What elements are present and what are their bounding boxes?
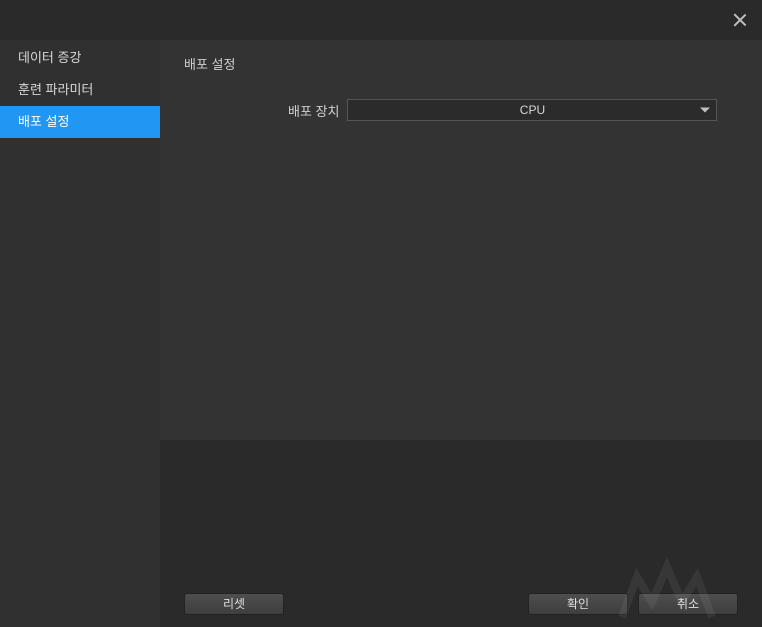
sidebar-item-label: 훈련 파라미터 <box>18 82 93 97</box>
device-select[interactable]: CPU <box>347 99 717 121</box>
section-title: 배포 설정 <box>184 54 744 73</box>
sidebar-item-data-augmentation[interactable]: 데이터 증강 <box>0 42 160 74</box>
device-field-row: 배포 장치 CPU <box>288 99 744 121</box>
device-select-value: CPU <box>520 103 545 117</box>
close-icon[interactable] <box>732 12 748 28</box>
device-select-wrap: CPU <box>347 99 717 121</box>
chevron-down-icon <box>700 108 710 113</box>
main-area: 데이터 증강 훈련 파라미터 배포 설정 배포 설정 배포 장치 CPU <box>0 40 762 627</box>
content-upper: 배포 설정 배포 장치 CPU <box>160 40 762 440</box>
sidebar-item-label: 데이터 증강 <box>18 50 81 65</box>
sidebar: 데이터 증강 훈련 파라미터 배포 설정 <box>0 40 160 627</box>
content: 배포 설정 배포 장치 CPU 리셋 확인 취소 <box>160 40 762 627</box>
device-label: 배포 장치 <box>288 101 339 120</box>
reset-button[interactable]: 리셋 <box>184 593 284 615</box>
cancel-button[interactable]: 취소 <box>638 593 738 615</box>
button-bar: 리셋 확인 취소 <box>160 593 762 615</box>
sidebar-item-label: 배포 설정 <box>18 114 69 129</box>
sidebar-item-training-parameters[interactable]: 훈련 파라미터 <box>0 74 160 106</box>
ok-button[interactable]: 확인 <box>528 593 628 615</box>
sidebar-item-deploy-settings[interactable]: 배포 설정 <box>0 106 160 138</box>
content-lower: 리셋 확인 취소 <box>160 440 762 627</box>
titlebar <box>0 0 762 40</box>
